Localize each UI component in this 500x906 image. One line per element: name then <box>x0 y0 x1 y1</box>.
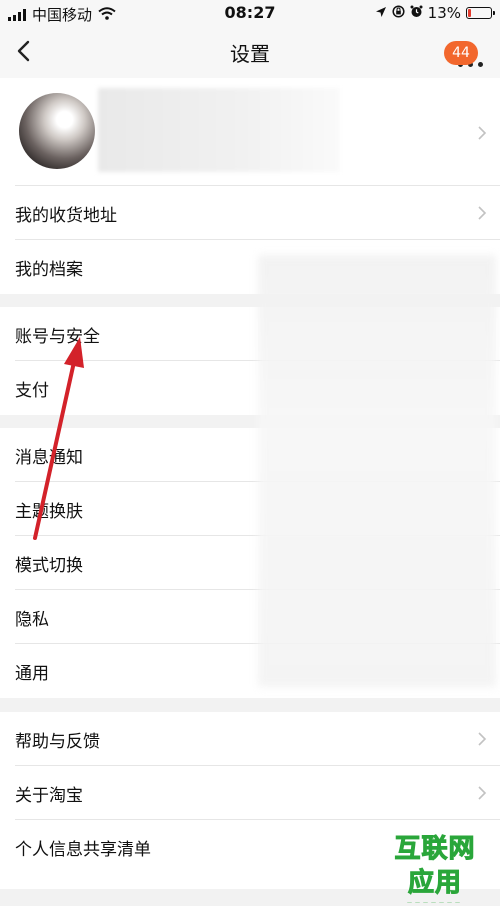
chevron-right-icon <box>477 205 487 220</box>
battery-percent: 13% <box>427 4 461 22</box>
redacted-area <box>258 255 496 687</box>
notification-badge: 44 <box>444 41 478 65</box>
list-item[interactable]: 我的收货地址 <box>0 186 500 240</box>
chevron-right-icon <box>477 731 487 746</box>
battery-icon <box>466 7 495 19</box>
list-item-label: 我的收货地址 <box>15 206 117 226</box>
avatar[interactable] <box>19 93 95 169</box>
chevron-right-icon <box>477 125 487 140</box>
chevron-right-icon <box>477 785 487 800</box>
page-title: 设置 <box>230 42 270 66</box>
list-item-label: 隐私 <box>15 610 49 630</box>
profile-name-redacted <box>98 88 340 172</box>
list-item-label: 模式切换 <box>15 556 83 576</box>
list-item-label: 主题换肤 <box>15 502 83 522</box>
list-item-label: 关于淘宝 <box>15 786 83 806</box>
more-dot <box>478 62 483 67</box>
list-item[interactable]: 帮助与反馈 <box>0 712 500 766</box>
alarm-icon <box>410 4 423 22</box>
list-item[interactable]: 关于淘宝 <box>0 766 500 820</box>
watermark-logo: 互联网应用 ——————— <box>383 832 487 906</box>
list-item-label: 通用 <box>15 664 49 684</box>
list-item-label: 账号与安全 <box>15 327 100 347</box>
list-item-label: 消息通知 <box>15 448 83 468</box>
list-item-label: 帮助与反馈 <box>15 732 100 752</box>
list-item-label: 个人信息共享清单 <box>15 840 151 860</box>
watermark-text: 互联网应用 <box>394 834 476 899</box>
nav-bar: 设置 44 <box>0 26 500 78</box>
location-icon <box>375 4 387 22</box>
status-bar: 中国移动 08:27 13% <box>0 0 500 26</box>
list-item-label: 支付 <box>15 381 49 401</box>
screen-lock-icon <box>392 4 405 22</box>
status-right: 13% <box>375 4 495 22</box>
list-item-label: 我的档案 <box>15 260 83 280</box>
more-button[interactable]: 44 <box>444 41 488 70</box>
watermark-subline: ——————— <box>407 900 463 906</box>
